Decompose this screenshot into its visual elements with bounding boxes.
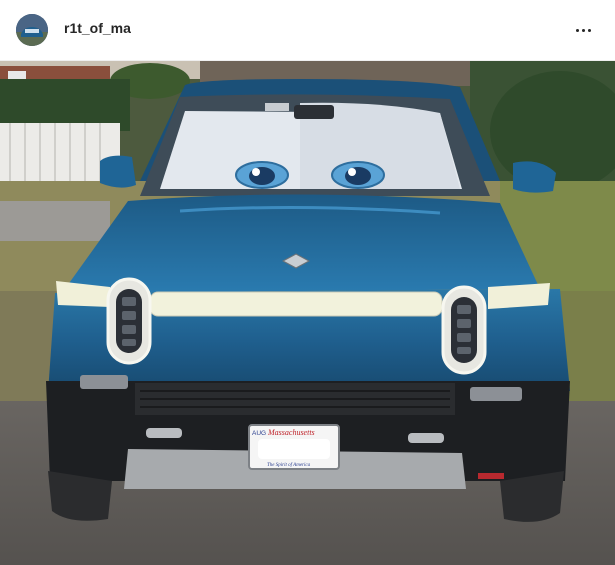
- plate-state: Massachusetts: [267, 428, 315, 437]
- avatar[interactable]: [16, 14, 48, 46]
- plate-slogan: The Spirit of America: [267, 463, 311, 468]
- more-horizontal-icon: [575, 28, 579, 32]
- post-photo[interactable]: AUG Massachusetts The Spirit of America: [0, 61, 615, 565]
- username-link[interactable]: r1t_of_ma: [64, 20, 131, 36]
- more-options-button[interactable]: [568, 18, 598, 42]
- plate-month: AUG: [252, 430, 266, 437]
- more-dot: [587, 28, 591, 32]
- rivian-truck-photo: AUG Massachusetts The Spirit of America: [0, 61, 615, 565]
- profile-avatar-icon: [16, 14, 48, 46]
- more-dot: [581, 28, 585, 32]
- post-header: r1t_of_ma: [0, 0, 615, 61]
